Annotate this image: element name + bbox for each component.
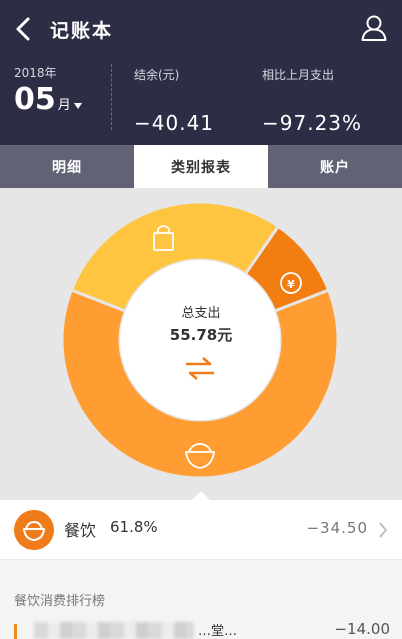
tab-bar: 明细 类别报表 账户 xyxy=(0,145,402,188)
compare-value: −97.23% xyxy=(262,111,363,135)
year-label: 2018年 xyxy=(14,66,57,80)
caret-down-icon xyxy=(73,103,82,109)
month-picker[interactable]: 2018年 05 月 xyxy=(14,64,110,124)
category-amount: −34.50 xyxy=(306,519,368,537)
selected-category-row[interactable]: 餐饮 61.8% −34.50 xyxy=(0,500,402,560)
compare-label: 相比上月支出 xyxy=(262,68,335,82)
balance-stat: 结余(元) −40.41 xyxy=(134,66,214,135)
tab-accounts[interactable]: 账户 xyxy=(268,145,402,188)
ranking-item-name: …堂… xyxy=(198,624,238,639)
category-name: 餐饮 xyxy=(64,521,97,540)
balance-label: 结余(元) xyxy=(134,68,180,82)
ranking-title: 餐饮消费排行榜 xyxy=(14,594,106,609)
svg-text:¥: ¥ xyxy=(287,278,295,291)
month-value: 05 xyxy=(14,82,56,117)
back-arrow-icon[interactable] xyxy=(10,14,38,44)
page-title: 记账本 xyxy=(50,20,114,42)
ranking-section: 餐饮消费排行榜 …堂… −14.00 xyxy=(0,560,402,639)
month-unit: 月 xyxy=(57,98,71,113)
ranking-item-amount: −14.00 xyxy=(334,620,390,638)
balance-value: −40.41 xyxy=(134,111,215,135)
tab-details[interactable]: 明细 xyxy=(0,145,134,188)
ranking-item[interactable]: …堂… −14.00 xyxy=(0,616,402,639)
total-expense-label: 总支出 xyxy=(181,306,221,321)
header-divider xyxy=(111,64,112,130)
blurred-merchant-name xyxy=(34,622,194,639)
selection-pointer xyxy=(192,491,210,500)
header: 记账本 2018年 05 月 结余(元) −40.41 相比上月支出 −97.2… xyxy=(0,0,402,145)
rank-indicator xyxy=(14,624,17,639)
chart-area: ¥ 总支出 55.78元 xyxy=(0,188,402,500)
user-icon[interactable] xyxy=(360,14,388,42)
nav-bar: 记账本 xyxy=(0,0,402,58)
rice-bowl-icon xyxy=(14,510,54,550)
category-percent: 61.8% xyxy=(110,518,158,536)
tab-category-report[interactable]: 类别报表 xyxy=(134,145,268,188)
chevron-right-icon xyxy=(379,522,388,538)
total-expense-value: 55.78元 xyxy=(169,326,233,344)
compare-stat: 相比上月支出 −97.23% xyxy=(262,66,362,135)
